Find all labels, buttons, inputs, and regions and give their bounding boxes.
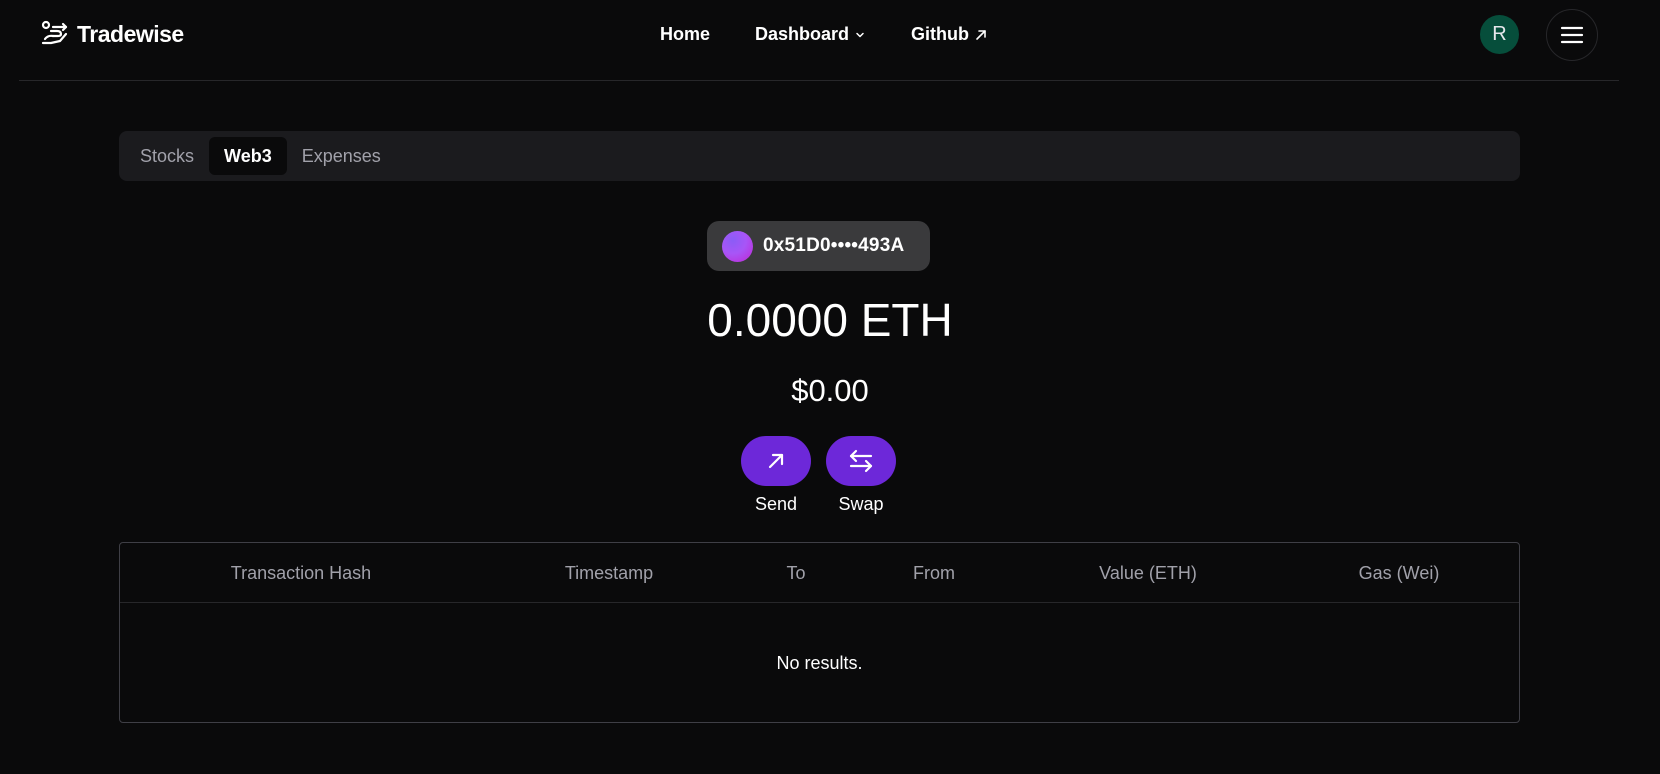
empty-state-message: No results. [776,652,863,673]
top-navbar: Tradewise Home Dashboard Github R [19,0,1619,81]
section-tabs: Stocks Web3 Expenses [119,131,1520,181]
menu-button[interactable] [1546,9,1598,61]
nav-github-link[interactable]: Github [911,24,988,45]
usd-balance: $0.00 [791,373,869,408]
brand-logo[interactable]: Tradewise [39,19,184,49]
send-button[interactable] [741,436,811,486]
column-header-transaction-hash: Transaction Hash [230,563,372,583]
wallet-avatar [722,230,753,262]
transactions-table: Transaction Hash Timestamp To From Value… [119,542,1520,723]
column-header-to: To [786,563,806,583]
column-header-value-eth: Value (ETH) [1099,563,1197,583]
nav-links: Home Dashboard Github [660,24,988,45]
wallet-actions: Send Swap [741,436,896,515]
table-header-row: Transaction Hash Timestamp To From Value… [120,543,1519,603]
nav-github-label: Github [911,24,970,44]
send-label: Send [754,494,798,514]
column-header-gas-wei: Gas (Wei) [1358,563,1440,583]
arrow-up-right-icon [768,453,784,469]
send-action: Send [741,436,811,515]
main-nav: Home Dashboard Github [19,24,1619,45]
tab-expenses[interactable]: Expenses [287,137,396,175]
column-header-from: From [913,563,955,583]
handshake-arrows-icon [41,20,68,45]
hamburger-menu-icon [1560,26,1584,44]
external-link-arrow-icon [976,29,986,40]
eth-balance: 0.0000 ETH [707,294,953,346]
brand-name: Tradewise [77,20,184,47]
swap-button[interactable] [826,436,896,486]
tab-web3[interactable]: Web3 [209,137,287,175]
wallet-address: 0x51D0••••493A [763,235,905,256]
nav-home-link[interactable]: Home [660,24,710,45]
column-header-timestamp: Timestamp [564,563,654,583]
user-avatar[interactable]: R [1480,15,1519,54]
nav-dashboard-dropdown[interactable]: Dashboard [755,24,866,45]
swap-action: Swap [826,436,896,515]
tab-stocks[interactable]: Stocks [125,137,209,175]
nav-home-label: Home [659,24,710,44]
swap-label: Swap [838,494,884,514]
wallet-address-chip[interactable]: 0x51D0••••493A [707,221,930,271]
swap-arrows-icon [849,449,873,473]
nav-dashboard-label: Dashboard [755,24,850,44]
chevron-down-icon [856,32,864,37]
